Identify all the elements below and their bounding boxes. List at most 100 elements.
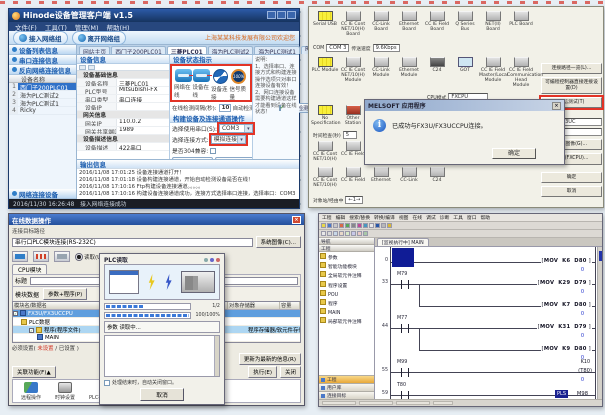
sidebar-group-device-list[interactable]: 设备列表信息 xyxy=(9,45,76,55)
toolbar-icon[interactable] xyxy=(381,223,386,228)
close-button[interactable] xyxy=(287,11,296,19)
direct-connection-button[interactable]: 可编程控制器直接连接设置(D) xyxy=(541,77,602,94)
toolbar-icon[interactable] xyxy=(327,223,332,228)
project-tree[interactable]: 参数 智能功能模块 全局软元件注释 程序设置 POU 程序 MAIN 局部软元件… xyxy=(319,252,374,375)
clock-setting-item[interactable]: 时钟设置 xyxy=(55,382,75,401)
nav-button-project[interactable]: 工程 xyxy=(319,375,374,383)
tab-haiwell2[interactable]: 海为PLC测试2 xyxy=(208,46,254,54)
property-row[interactable]: 设备名称三菱PLC01 xyxy=(77,79,169,87)
compat-checkbox[interactable] xyxy=(210,148,216,154)
pc-if-ccie-board[interactable]: CC IE Cont NET/10(H) Board xyxy=(339,11,367,37)
ok-button[interactable]: 确定 xyxy=(541,172,602,183)
nav-button-userlib[interactable]: 用户库 xyxy=(319,383,374,391)
pc-if-qbus[interactable]: Q Series Bus xyxy=(451,11,479,37)
property-row[interactable]: 设备描述422串口 xyxy=(77,143,169,151)
menu-diagnostics[interactable]: 诊断 xyxy=(440,214,450,221)
minimize-button[interactable] xyxy=(267,11,276,19)
tab-home[interactable]: 网站主页 xyxy=(79,46,110,54)
toolbar-icon[interactable] xyxy=(339,223,344,228)
device-row[interactable]: 3海为PLC测试1 xyxy=(9,99,76,107)
connect-mode-combo[interactable]: 模拟连接 xyxy=(211,135,246,144)
sidebar-group-reverse-network[interactable]: 反向网络连接信息 xyxy=(9,65,76,75)
document-tab-main[interactable]: [监视执行中] MAIN xyxy=(377,238,429,246)
toolbar-icon[interactable] xyxy=(357,231,362,236)
menu-edit[interactable]: 编辑 xyxy=(336,214,346,221)
property-row[interactable]: 网关IP110.0.2 xyxy=(77,119,169,127)
coroute-ccie-field[interactable]: CC IE Field xyxy=(339,167,367,188)
coroute-c24[interactable]: C24 xyxy=(423,167,451,188)
property-row[interactable]: 串口类型串口连接 xyxy=(77,95,169,103)
toolbar-icon[interactable] xyxy=(387,223,392,228)
toolbar-icon[interactable] xyxy=(321,223,326,228)
plc-if-cclink-module[interactable]: CC-Link Module xyxy=(367,57,395,88)
toolbar-icon[interactable] xyxy=(369,223,374,228)
tree-item-program[interactable]: 程序 xyxy=(320,299,373,308)
property-group[interactable]: 网关信息 xyxy=(77,111,169,119)
ladder-rung[interactable]: 59 T80 PLS M98 xyxy=(375,380,602,399)
menu-project[interactable]: 工程 xyxy=(322,214,332,221)
pc-if-serial-usb[interactable]: Serial USB xyxy=(311,11,339,37)
plc-if-cciefield-head[interactable]: CC IE Field Communication Head Module xyxy=(507,57,535,88)
other-station-single[interactable]: Other Station xyxy=(339,105,367,126)
toolbar-icon[interactable] xyxy=(351,231,356,236)
output-log[interactable]: 2016/11/08 17:01:25 设备连接通道打开！ 2016/11/08… xyxy=(77,168,299,199)
refresh-button[interactable]: 更新为最新的信息(R) xyxy=(239,353,301,365)
join-network-button[interactable]: 接入网络组 xyxy=(13,31,68,45)
vertical-scrollbar[interactable] xyxy=(597,247,602,399)
property-group[interactable]: 设备基础信息 xyxy=(77,71,169,79)
speed-field[interactable]: 9.6Kbps xyxy=(373,44,400,52)
menu-convert[interactable]: 转换/编译 xyxy=(374,214,395,221)
sidebar-group-serial[interactable]: 串口连接信息 xyxy=(9,55,76,65)
connection-path-list-button[interactable]: 连接路径一览(L)... xyxy=(541,63,602,74)
dialog-titlebar[interactable]: 在线数据操作 × xyxy=(9,214,304,225)
auto-check-checkbox[interactable] xyxy=(279,105,281,111)
sidebar-group-network-devices[interactable]: 网络连接设备 xyxy=(9,189,76,199)
titlebar[interactable]: Hinode设备管理客户端 v1.5 xyxy=(9,9,299,22)
progress-titlebar[interactable]: PLC读取 xyxy=(104,255,220,264)
system-image-button[interactable]: 系统图像(C)... xyxy=(256,236,301,248)
tree-item-program-setting[interactable]: 程序设置 xyxy=(320,281,373,290)
ladder-rung[interactable]: 33 M79 MOV K29 D79 0 MOV K7 D80 0 xyxy=(375,269,602,313)
remote-operation-item[interactable]: 远程操作 xyxy=(21,382,41,401)
related-functions-button[interactable]: 关联功能(F)▲ xyxy=(12,366,56,378)
param-program-button[interactable]: 参数+程序(P) xyxy=(43,288,87,300)
toolbar-icon[interactable] xyxy=(333,223,338,228)
tab-cpu-module[interactable]: CPU模块 xyxy=(12,264,47,274)
tab-mitsubishi[interactable]: 三菱PLC01 xyxy=(167,46,207,54)
pc-if-cciefield-board[interactable]: CC IE Field Board xyxy=(423,11,451,37)
project-root[interactable]: 工程 xyxy=(319,245,374,252)
pc-if-ethernet-board[interactable]: Ethernet Board xyxy=(395,11,423,37)
close-icon[interactable]: × xyxy=(552,102,561,110)
ladder-view[interactable]: 0 MOV K6 D80 0 33 M79 MOV K29 D79 0 MOV … xyxy=(375,246,602,399)
toolbar-icon[interactable] xyxy=(363,223,368,228)
check-time-field[interactable]: 5 xyxy=(343,131,357,139)
route-ccie-cont[interactable]: CC IE Cont NET/10(H) xyxy=(311,141,339,162)
toolbar-icon[interactable] xyxy=(345,223,350,228)
route-ccie-field[interactable]: CC IE Field xyxy=(339,141,367,162)
menu-online[interactable]: 在线 xyxy=(412,214,422,221)
plc-if-cciefield-master[interactable]: CC IE Field Master/Local Module xyxy=(479,57,507,88)
toolbar-icon[interactable] xyxy=(321,231,326,236)
toolbar-icon[interactable] xyxy=(327,231,332,236)
menu-tool[interactable]: 工具 xyxy=(453,214,463,221)
tab-siemens[interactable]: 西门子200PLC01 xyxy=(111,46,166,54)
progress-cancel-button[interactable]: 取消 xyxy=(140,388,184,401)
tree-item-global-comment[interactable]: 全局软元件注释 xyxy=(320,271,373,280)
coroute-cclink[interactable]: CC-Link xyxy=(395,167,423,188)
toolbar-icon[interactable] xyxy=(357,223,362,228)
toolbar-icon[interactable] xyxy=(375,223,380,228)
coroute-ethernet[interactable]: Ethernet xyxy=(367,167,395,188)
close-button[interactable]: 关闭 xyxy=(280,366,301,378)
tree-item-intelligent[interactable]: 智能功能模块 xyxy=(320,262,373,271)
tab-haiwell1[interactable]: 海为PLC测试1 xyxy=(254,46,300,54)
progress-result-list[interactable] xyxy=(104,335,220,377)
close-icon[interactable]: × xyxy=(292,216,301,224)
menu-find[interactable]: 搜索/替换 xyxy=(349,214,370,221)
other-station-none[interactable]: No Specification xyxy=(311,105,339,126)
cancel-button[interactable]: 取消 xyxy=(541,186,602,197)
menu-debug[interactable]: 调试 xyxy=(426,214,436,221)
toolbar-icon[interactable] xyxy=(339,231,344,236)
toolbar-icon[interactable] xyxy=(333,231,338,236)
plc-if-plc-module[interactable]: PLC Module xyxy=(311,57,339,88)
melsoft-ok-button[interactable]: 确定 xyxy=(492,148,536,159)
